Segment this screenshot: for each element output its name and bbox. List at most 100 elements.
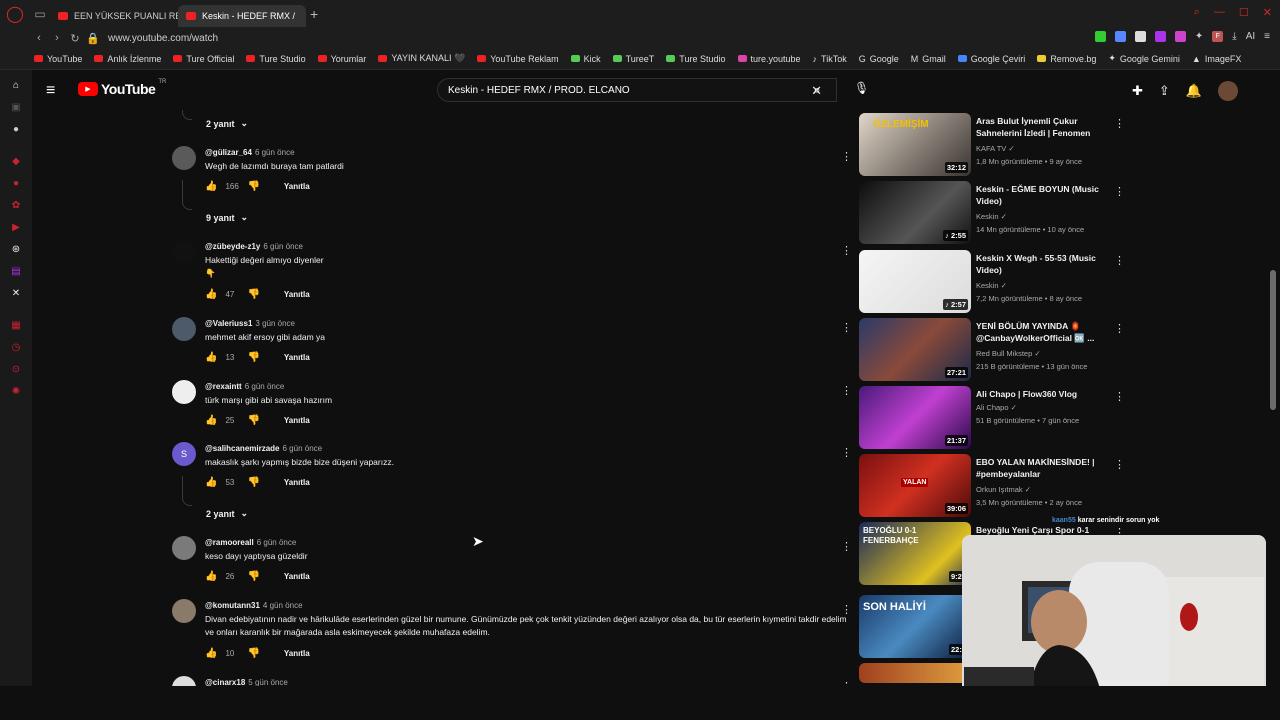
- dislike-icon[interactable]: 👎: [247, 181, 259, 192]
- comment-date[interactable]: 6 gün önce: [263, 242, 303, 251]
- search-tabs-icon[interactable]: ⌕: [1194, 6, 1200, 19]
- more-options-icon[interactable]: ⋮: [1114, 390, 1125, 403]
- avatar[interactable]: [172, 240, 196, 264]
- avatar[interactable]: [172, 146, 196, 170]
- extension-icon[interactable]: [1154, 31, 1166, 42]
- recommended-video[interactable]: ♪ 2:57 Keskin X Wegh - 55-53 (Music Vide…: [859, 250, 1139, 314]
- minimize-button[interactable]: —: [1214, 6, 1225, 19]
- messenger-icon[interactable]: ●: [0, 172, 32, 194]
- comment-date[interactable]: 6 gün önce: [283, 444, 323, 453]
- comment-date[interactable]: 6 gün önce: [255, 148, 295, 157]
- bookmark-item[interactable]: TureeT: [612, 54, 654, 64]
- bookmark-item[interactable]: ture.youtube: [737, 54, 801, 64]
- dislike-icon[interactable]: 👎: [247, 289, 259, 300]
- video-title[interactable]: Aras Bulut İynemli Çukur Sahnelerini İzl…: [976, 115, 1106, 139]
- download-extension-icon[interactable]: [1094, 31, 1106, 42]
- recommended-video[interactable]: 21:37 Ali Chapo | Flow360 Vlog Ali Chapo…: [859, 386, 1139, 450]
- profile-button[interactable]: F: [1212, 31, 1224, 42]
- reply-button[interactable]: Yanıtla: [284, 182, 310, 191]
- download-icon[interactable]: ⤓: [1232, 31, 1236, 42]
- bookmark-item[interactable]: YouTube Reklam: [477, 54, 559, 64]
- more-options-icon[interactable]: ⋮: [1114, 254, 1125, 267]
- bookmark-item[interactable]: M Gmail: [911, 54, 946, 64]
- video-thumbnail[interactable]: ♪ 2:57: [859, 250, 971, 313]
- channel-name[interactable]: KAFA TV ✓: [976, 144, 1015, 153]
- bookmark-item[interactable]: ▲ ImageFX: [1192, 54, 1241, 64]
- video-thumbnail[interactable]: YALAN 39:06: [859, 454, 971, 517]
- like-icon[interactable]: 👍: [205, 289, 217, 300]
- video-thumbnail[interactable]: 21:37: [859, 386, 971, 449]
- translate-extension-icon[interactable]: [1114, 31, 1126, 42]
- comment-author[interactable]: @zübeyde-z1y: [205, 242, 260, 251]
- like-icon[interactable]: 👍: [205, 181, 217, 192]
- more-options-icon[interactable]: ⋮: [841, 244, 852, 257]
- channel-name[interactable]: Keskin ✓: [976, 212, 1007, 221]
- avatar[interactable]: [172, 536, 196, 560]
- history-icon[interactable]: ◷: [0, 336, 32, 358]
- voice-search-icon[interactable]: 🎙: [854, 81, 869, 95]
- tab-2-active[interactable]: Keskin - HEDEF RMX /: [178, 5, 306, 27]
- bookmark-item[interactable]: ♪ TikTok: [813, 54, 847, 64]
- twitch-icon[interactable]: ▤: [0, 260, 32, 282]
- page-scrollbar[interactable]: [1270, 70, 1276, 686]
- new-tab-button[interactable]: +: [310, 6, 318, 22]
- video-thumbnail[interactable]: ♪ 2:55: [859, 181, 971, 244]
- more-options-icon[interactable]: ⋮: [1114, 322, 1125, 335]
- channel-name[interactable]: Ali Chapo ✓: [976, 403, 1017, 412]
- x-icon[interactable]: ✕: [0, 282, 32, 304]
- extension-icon[interactable]: [1174, 31, 1186, 42]
- channel-name[interactable]: Keskin ✓: [976, 281, 1007, 290]
- video-thumbnail[interactable]: 27:21: [859, 318, 971, 381]
- dot-icon[interactable]: ●: [0, 118, 32, 140]
- reply-button[interactable]: Yanıtla: [284, 649, 310, 658]
- video-title[interactable]: YENİ BÖLÜM YAYINDA 🏮 @CanbayWolkerOffici…: [976, 320, 1106, 344]
- recommended-video[interactable]: ÖZLEMİŞİM 32:12 Aras Bulut İynemli Çukur…: [859, 113, 1139, 177]
- reply-button[interactable]: Yanıtla: [284, 478, 310, 487]
- dislike-icon[interactable]: 👎: [247, 352, 259, 363]
- upload-icon[interactable]: ⇪: [1159, 83, 1170, 99]
- recommended-video[interactable]: YALAN 39:06 EBO YALAN MAKİNESİNDE! | #pe…: [859, 454, 1139, 518]
- search-button[interactable]: ⌕: [802, 78, 832, 102]
- video-title[interactable]: Keskin - EĞME BOYUN (Music Video): [976, 183, 1106, 207]
- tab-1[interactable]: EEN YÜKSEK PUANLI RES: [50, 5, 178, 27]
- more-options-icon[interactable]: ⋮: [841, 321, 852, 334]
- opera-logo-icon[interactable]: ◯: [0, 4, 30, 24]
- dislike-icon[interactable]: 👎: [247, 477, 259, 488]
- comment-date[interactable]: 5 gün önce: [248, 678, 288, 686]
- forward-icon[interactable]: ›: [48, 32, 66, 44]
- avatar[interactable]: [172, 599, 196, 623]
- reload-icon[interactable]: ↻: [66, 32, 84, 45]
- more-options-icon[interactable]: ⋮: [841, 540, 852, 553]
- account-avatar[interactable]: [1218, 81, 1238, 101]
- dislike-icon[interactable]: 👎: [247, 415, 259, 426]
- video-title[interactable]: Ali Chapo | Flow360 Vlog: [976, 388, 1106, 400]
- more-options-icon[interactable]: ⋮: [841, 603, 852, 616]
- whatsapp-icon[interactable]: ✿: [0, 194, 32, 216]
- more-options-icon[interactable]: ⋮: [1114, 458, 1125, 471]
- recommended-video[interactable]: ♪ 2:55 Keskin - EĞME BOYUN (Music Video)…: [859, 181, 1139, 245]
- bookmark-item[interactable]: Yorumlar: [317, 54, 366, 64]
- bookmark-item[interactable]: Kick: [570, 54, 601, 64]
- bookmark-item[interactable]: Google Çeviri: [957, 54, 1025, 64]
- like-icon[interactable]: 👍: [205, 648, 217, 659]
- bookmark-item[interactable]: Anlık İzlenme: [94, 54, 161, 64]
- bookmark-item[interactable]: YouTube: [34, 54, 82, 64]
- create-icon[interactable]: ✚: [1132, 83, 1143, 99]
- pin-icon[interactable]: ⊙: [0, 358, 32, 380]
- video-thumbnail[interactable]: ÖZLEMİŞİM 32:12: [859, 113, 971, 176]
- reply-button[interactable]: Yanıtla: [284, 572, 310, 581]
- music-icon[interactable]: ▶: [0, 216, 32, 238]
- notifications-bell-icon[interactable]: 🔔: [1186, 83, 1202, 99]
- like-icon[interactable]: 👍: [205, 415, 217, 426]
- video-title[interactable]: EBO YALAN MAKİNESİNDE! | #pembeyalanlar: [976, 456, 1106, 480]
- more-options-icon[interactable]: ⋮: [841, 446, 852, 459]
- youtube-logo[interactable]: ▶ YouTube TR: [78, 79, 166, 97]
- replies-toggle[interactable]: 2 yanıt ⌄: [206, 508, 248, 519]
- bookmark-item[interactable]: Ture Studio: [246, 54, 306, 64]
- more-options-icon[interactable]: ⋮: [841, 150, 852, 163]
- tab-overview-icon[interactable]: ▭: [30, 7, 50, 21]
- comment-author[interactable]: @ramooreall: [205, 538, 254, 547]
- comment-author[interactable]: @gülizar_64: [205, 148, 252, 157]
- bookmark-item[interactable]: Ture Official: [173, 54, 234, 64]
- reply-button[interactable]: Yanıtla: [284, 416, 310, 425]
